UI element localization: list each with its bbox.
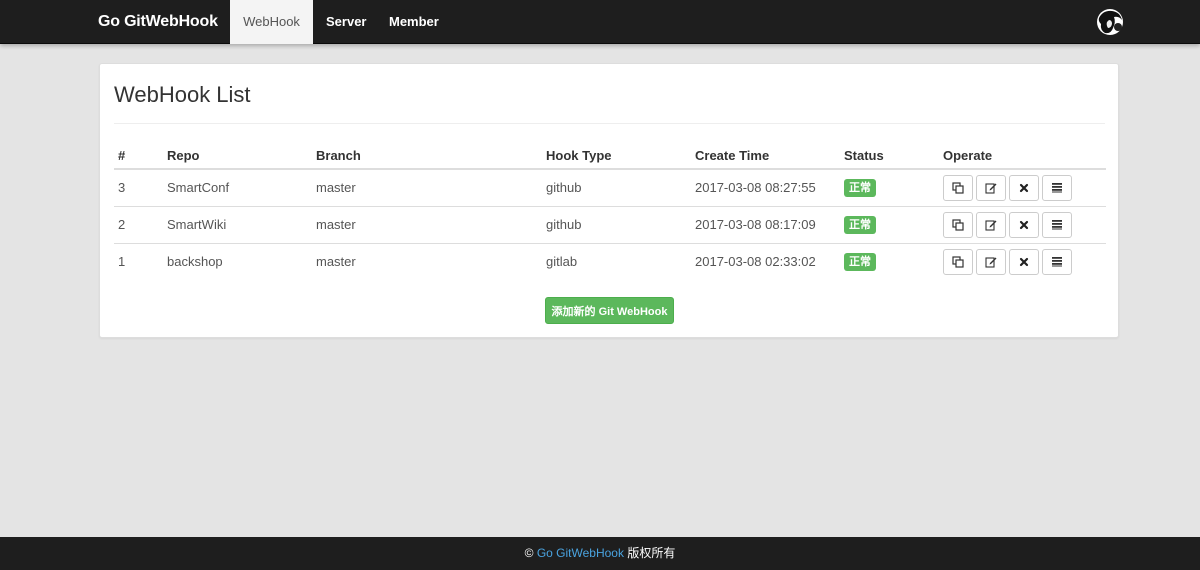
delete-icon [1019, 220, 1029, 229]
cell-operate [939, 243, 1106, 280]
copy-button[interactable] [943, 174, 973, 201]
edit-icon [985, 257, 997, 268]
cell-status: 正常 [840, 169, 939, 207]
copy-icon [952, 218, 964, 231]
cell-repo: SmartConf [163, 169, 312, 207]
column-header-status: Status [840, 142, 939, 170]
cell-hook-type: gitlab [546, 254, 578, 270]
delete-button[interactable] [1009, 211, 1039, 238]
footer-home-link[interactable]: Go GitWebHook [537, 546, 624, 560]
status-badge: 正常 [844, 252, 876, 271]
delete-button[interactable] [1009, 174, 1039, 201]
copyright-text: 版权所有 [627, 546, 676, 560]
column-header-branch: Branch [312, 142, 542, 170]
cell-repo: SmartWiki [163, 206, 312, 244]
nav-item-webhook[interactable]: WebHook [230, 0, 313, 44]
cell-hook-type: github [542, 206, 691, 244]
nav-item-member[interactable]: Member [376, 0, 452, 44]
status-badge: 正常 [844, 178, 876, 197]
column-header-operate: Operate [939, 142, 1106, 170]
table-header-row: # Repo Branch Hook Type Create Time Stat… [114, 142, 1106, 170]
column-header-id: # [114, 142, 163, 170]
cell-create-time: 2017-03-08 08:17:09 [691, 206, 840, 244]
list-button[interactable] [1042, 248, 1072, 275]
delete-icon [1019, 257, 1029, 266]
copy-icon [952, 182, 964, 194]
table-row: 3 SmartConf master github 2017-03-08 08:… [114, 169, 1106, 207]
status-badge: 正常 [844, 215, 876, 234]
copy-icon [952, 256, 964, 268]
table-row: 1 backshop master gitlab 2017-03-08 02:3… [114, 243, 1106, 280]
edit-button[interactable] [976, 248, 1006, 275]
list-icon [1052, 183, 1062, 193]
cell-create-time: 2017-03-08 08:27:55 [691, 169, 840, 207]
cell-id: 3 [114, 169, 163, 207]
cell-id: 2 [114, 206, 163, 244]
cell-hook-type: github [542, 169, 691, 207]
webhook-list-panel: WebHook List # Repo Branch Hook Type Cre… [99, 63, 1119, 338]
list-icon [1052, 220, 1062, 230]
webhook-table: # Repo Branch Hook Type Create Time Stat… [114, 142, 1106, 280]
cell-operate [939, 169, 1106, 207]
user-avatar[interactable] [1095, 8, 1125, 36]
cell-branch: master [312, 206, 542, 244]
footer: © Go GitWebHook 版权所有 [0, 537, 1200, 570]
cell-repo: backshop [167, 254, 223, 270]
copy-button[interactable] [943, 211, 973, 238]
title-divider [114, 123, 1105, 124]
delete-button[interactable] [1009, 248, 1039, 275]
cell-status: 正常 [840, 206, 939, 244]
cell-id: 1 [118, 254, 126, 270]
add-webhook-button[interactable]: 添加新的 Git WebHook [545, 297, 674, 324]
delete-icon [1019, 183, 1029, 192]
copyright-symbol: © [524, 546, 534, 560]
edit-button[interactable] [976, 174, 1006, 201]
list-button[interactable] [1042, 174, 1072, 201]
nav-item-server[interactable]: Server [313, 0, 379, 44]
cell-create-time: 2017-03-08 02:33:02 [695, 254, 816, 270]
cell-branch: master [316, 254, 356, 270]
brand-link[interactable]: Go GitWebHook [98, 13, 218, 31]
cell-branch: master [312, 169, 542, 207]
edit-icon [985, 219, 997, 231]
page-title: WebHook List [114, 82, 251, 107]
column-header-repo: Repo [163, 142, 312, 170]
copy-button[interactable] [943, 248, 973, 275]
edit-icon [985, 183, 997, 194]
edit-button[interactable] [976, 211, 1006, 238]
list-button[interactable] [1042, 211, 1072, 238]
list-icon [1052, 257, 1062, 267]
column-header-create-time: Create Time [691, 142, 840, 170]
cell-operate [939, 206, 1106, 244]
column-header-hook-type: Hook Type [542, 142, 691, 170]
cell-status: 正常 [840, 243, 939, 280]
table-row: 2 SmartWiki master github 2017-03-08 08:… [114, 206, 1106, 244]
top-navbar: Go GitWebHook WebHook Server Member [0, 0, 1200, 44]
